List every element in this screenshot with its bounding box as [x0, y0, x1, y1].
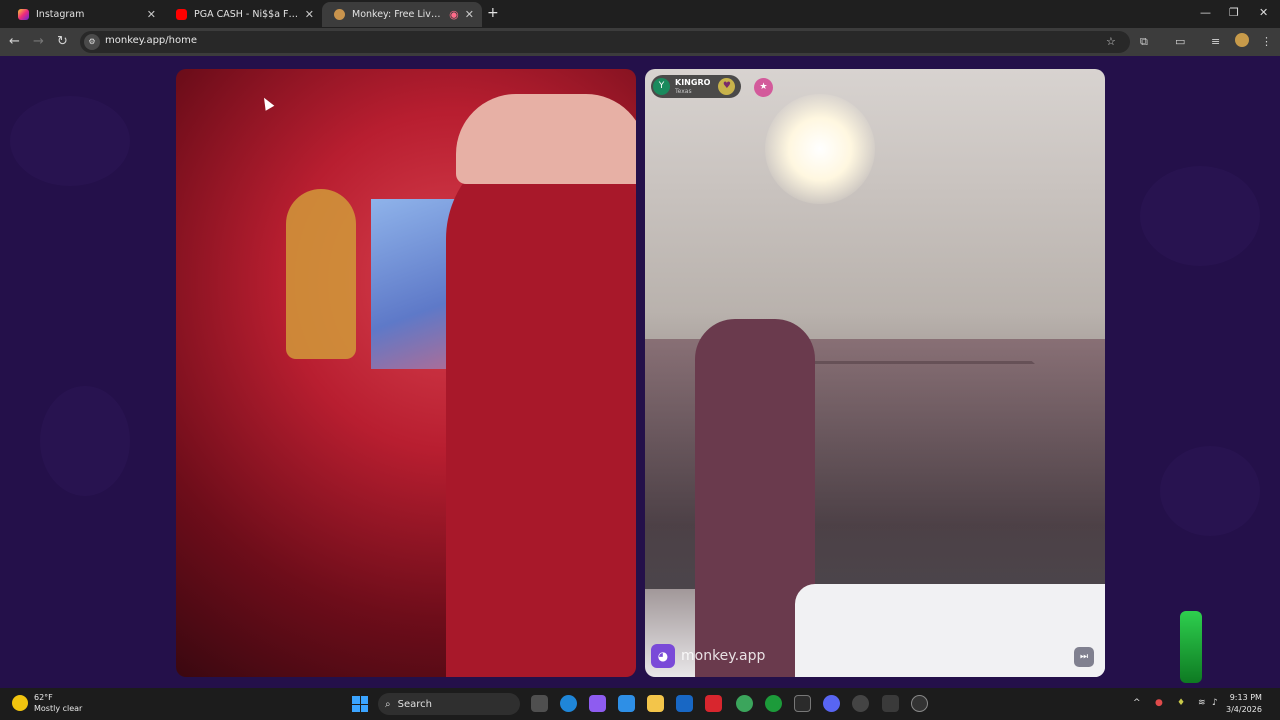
restore-button[interactable]: ❐ — [1229, 6, 1239, 19]
volume-icon[interactable]: ♪ — [1212, 698, 1218, 708]
peer-location: Texas — [675, 87, 692, 95]
launcher-l-icon[interactable] — [705, 695, 722, 712]
weather-description: Mostly clear — [34, 704, 83, 713]
peer-name: KINGRO — [675, 77, 711, 87]
tray-app-icon[interactable]: ● — [1155, 698, 1163, 708]
tab-instagram[interactable]: Instagram ✕ — [6, 2, 164, 27]
tab-youtube[interactable]: PGA CASH - Ni$$a F__k You Fr ✕ — [164, 2, 322, 27]
close-tab-icon[interactable]: ✕ — [147, 8, 156, 21]
close-window-button[interactable]: ✕ — [1259, 6, 1268, 19]
tab-monkey[interactable]: Monkey: Free Live Video Ch ◉ ✕ — [322, 2, 482, 27]
video-scene-cap — [456, 94, 636, 184]
close-tab-icon[interactable]: ✕ — [305, 8, 314, 21]
file-explorer-icon[interactable] — [647, 695, 664, 712]
background-pattern — [1140, 166, 1260, 266]
media-controls-icon[interactable]: ≡ — [1211, 35, 1220, 48]
xbox-icon[interactable] — [765, 695, 782, 712]
forward-button[interactable]: → — [33, 34, 44, 50]
instagram-icon — [18, 9, 29, 20]
background-pattern — [40, 386, 130, 496]
site-info-icon[interactable]: ⚙ — [84, 34, 100, 50]
search-icon: ⌕ — [385, 698, 391, 710]
copilot-icon[interactable] — [589, 695, 606, 712]
video-scene-person — [446, 139, 636, 677]
reload-button[interactable]: ↻ — [57, 34, 68, 50]
youtube-icon — [176, 9, 187, 20]
edge-icon[interactable] — [560, 695, 577, 712]
close-tab-icon[interactable]: ✕ — [465, 8, 474, 21]
obs-icon[interactable] — [852, 695, 869, 712]
weather-widget[interactable]: 62°F Mostly clear — [12, 692, 82, 714]
browser-tab-strip: Instagram ✕ PGA CASH - Ni$$a F__k You Fr… — [0, 0, 1280, 28]
wifi-icon[interactable]: ≋ — [1198, 698, 1206, 708]
system-clock[interactable]: 9:13 PM 3/4/2026 — [1226, 692, 1262, 716]
skip-next-button[interactable]: ⏭ — [1074, 647, 1094, 667]
recording-icon: ◉ — [449, 8, 459, 21]
drawing-app-icon[interactable] — [618, 695, 635, 712]
start-button[interactable] — [352, 696, 368, 712]
address-bar[interactable]: ⚙ monkey.app/home — [80, 31, 1130, 53]
task-view-icon[interactable] — [531, 695, 548, 712]
media-player-icon[interactable] — [911, 695, 928, 712]
clock-time: 9:13 PM — [1229, 693, 1262, 702]
microphone-icon[interactable]: ♦ — [1177, 698, 1185, 708]
minimize-button[interactable]: — — [1200, 6, 1211, 19]
watermark-label: monkey.app — [681, 648, 766, 664]
background-pattern — [10, 96, 130, 186]
taskbar-search[interactable]: ⌕ Search — [378, 693, 520, 715]
peer-profile-badge[interactable]: Y KINGRO Texas ♥ — [651, 75, 742, 98]
discord-icon[interactable] — [823, 695, 840, 712]
video-scene-light — [765, 94, 875, 204]
split-view-icon[interactable]: ▭ — [1175, 35, 1185, 48]
show-hidden-icons[interactable]: ^ — [1133, 698, 1141, 708]
gift-button[interactable]: ★ — [754, 78, 773, 97]
extensions-icon[interactable]: ⧉ — [1140, 35, 1148, 49]
back-button[interactable]: ← — [9, 34, 20, 50]
new-tab-button[interactable]: + — [487, 5, 499, 21]
monkey-watermark: ◕ monkey.app — [651, 644, 765, 668]
self-video-feed — [176, 69, 636, 677]
browser-toolbar: ← → ↻ ⚙ monkey.app/home ☆ ⧉ ▭ ≡ ⋮ — [0, 28, 1280, 56]
mouse-cursor — [259, 95, 275, 111]
monkey-logo-icon: ◕ — [651, 644, 675, 668]
peer-video-feed: Y KINGRO Texas ♥ ★ ◕ monkey.app ⏭ — [645, 69, 1105, 677]
video-scene-bed — [795, 584, 1105, 677]
floating-widget[interactable] — [1180, 611, 1202, 683]
capcut-icon[interactable] — [794, 695, 811, 712]
background-pattern — [1160, 446, 1260, 536]
bookmark-star-icon[interactable]: ☆ — [1106, 35, 1116, 48]
peer-avatar: Y — [653, 78, 670, 95]
clock-date: 3/4/2026 — [1226, 705, 1262, 714]
weather-temperature: 62°F — [34, 693, 53, 702]
profile-avatar[interactable] — [1235, 33, 1249, 47]
like-heart-button[interactable]: ♥ — [718, 78, 736, 95]
video-scene-statue — [286, 189, 356, 359]
monkey-icon — [334, 9, 345, 20]
monkey-page: Y KINGRO Texas ♥ ★ ◕ monkey.app ⏭ — [0, 56, 1280, 688]
menu-icon[interactable]: ⋮ — [1261, 35, 1272, 48]
chrome-icon[interactable] — [736, 695, 753, 712]
mail-icon[interactable] — [676, 695, 693, 712]
weather-moon-icon — [12, 695, 28, 711]
resolve-icon[interactable] — [882, 695, 899, 712]
windows-taskbar: 62°F Mostly clear ⌕ Search ^ ● ♦ ≋ ♪ 9:1… — [0, 688, 1280, 720]
